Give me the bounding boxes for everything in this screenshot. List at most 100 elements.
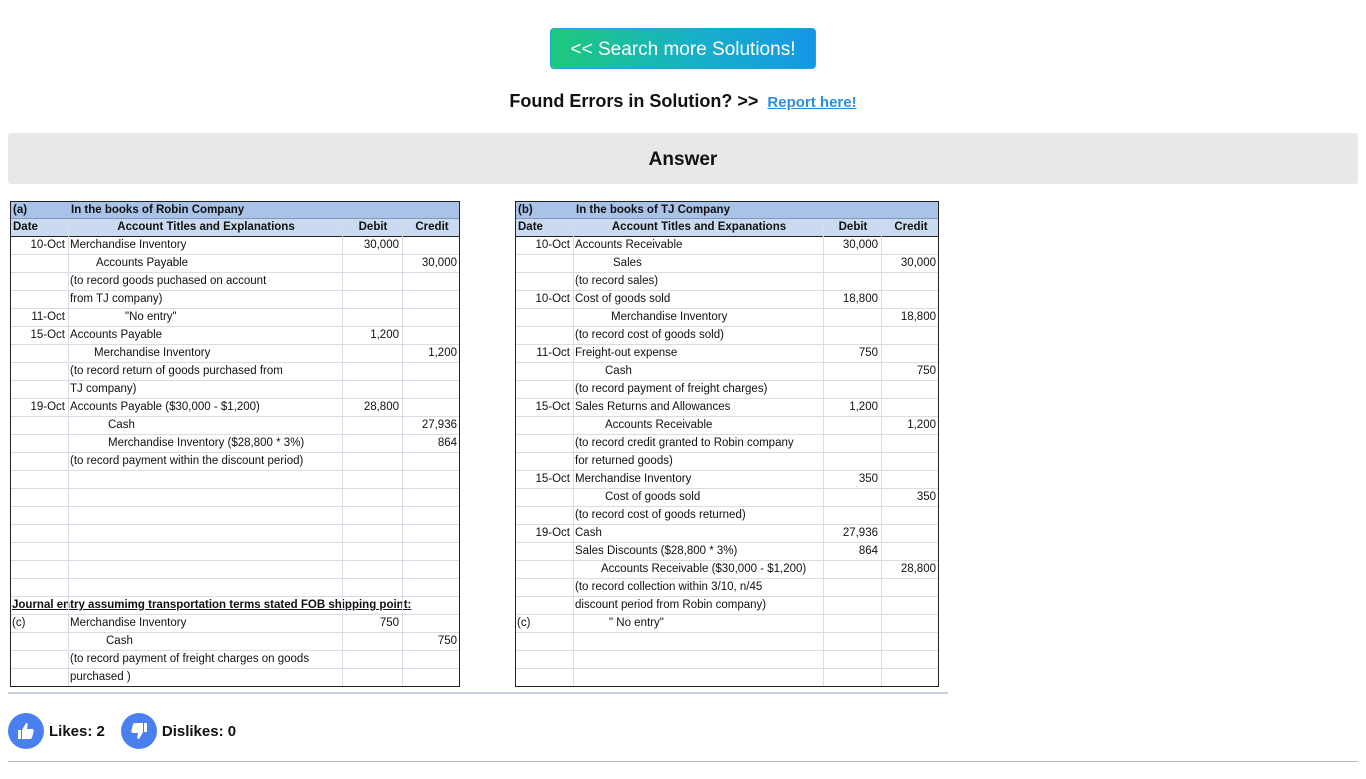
journal-row (10, 489, 460, 507)
grid-line (342, 219, 343, 687)
account-title: (to record cost of goods sold) (575, 329, 724, 341)
credit-amount: 750 (916, 365, 936, 377)
journal-row: 10-Oct Merchandise Inventory 30,000 (10, 237, 460, 255)
sheet-header-row: Date Account Titles and Expanations Debit C… (515, 219, 939, 237)
account-title: (to record sales) (575, 275, 659, 287)
journal-row: Accounts Receivable 1,200 (515, 417, 939, 435)
debit-amount: 350 (858, 473, 878, 485)
vote-bar: Likes: 2 Dislikes: 0 (8, 713, 252, 749)
journal-row: 10-Oct Accounts Receivable 30,000 (515, 237, 939, 255)
column-header: Account Titles and Expanations (611, 221, 787, 233)
dislike-button[interactable]: Dislikes: 0 (120, 713, 237, 749)
debit-amount: 750 (379, 617, 399, 629)
journal-row: Sales Discounts ($28,800 * 3%) 864 (515, 543, 939, 561)
journal-row: Merchandise Inventory 18,800 (515, 309, 939, 327)
journal-row: 10-Oct Cost of goods sold 18,800 (515, 291, 939, 309)
journal-row: (to record goods puchased on account (10, 273, 460, 291)
journal-row (10, 579, 460, 597)
grid-line (68, 219, 69, 687)
journal-row: purchased ) (10, 669, 460, 687)
debit-amount: 27,936 (842, 527, 878, 539)
entry-date: 15-Oct (30, 329, 65, 341)
entry-date: 15-Oct (535, 401, 570, 413)
account-title: Cash (605, 365, 632, 377)
grid-line (402, 219, 403, 687)
entry-date: 10-Oct (535, 293, 570, 305)
journal-row: (to record return of goods purchased fro… (10, 363, 460, 381)
entry-date: 10-Oct (30, 239, 65, 251)
entry-date: 11-Oct (31, 311, 65, 323)
account-title: Cost of goods sold (605, 491, 701, 503)
account-title: Cost of goods sold (575, 293, 671, 305)
journal-row: discount period from Robin company) (515, 597, 939, 615)
account-title: Merchandise Inventory ($28,800 * 3%) (108, 437, 305, 449)
sheet-title-row: (a) In the books of Robin Company (10, 201, 460, 219)
credit-amount: 30,000 (900, 257, 936, 269)
journal-row: (to record payment within the discount p… (10, 453, 460, 471)
sheet-part-label: (a) (13, 204, 28, 216)
search-more-solutions-button[interactable]: << Search more Solutions! (550, 28, 816, 69)
debit-amount: 30,000 (363, 239, 399, 251)
account-title: (to record goods puchased on account (70, 275, 267, 287)
found-errors-line: Found Errors in Solution? >> Report here… (0, 91, 1366, 112)
dislikes-count: Dislikes: 0 (161, 722, 237, 740)
journal-row: Accounts Payable 30,000 (10, 255, 460, 273)
sheet-header-row: Date Account Titles and Explanations Debit… (10, 219, 460, 237)
account-title: (to record cost of goods returned) (575, 509, 746, 521)
answer-heading: Answer (8, 133, 1358, 184)
account-title: Merchandise Inventory (611, 311, 728, 323)
found-errors-text: Found Errors in Solution? >> (509, 91, 759, 111)
debit-amount: 18,800 (842, 293, 878, 305)
column-header: Debit (838, 221, 868, 233)
journal-row (10, 543, 460, 561)
journal-row: 19-Oct Cash 27,936 (515, 525, 939, 543)
journal-row: for returned goods) (515, 453, 939, 471)
report-here-link[interactable]: Report here! (767, 94, 856, 111)
entry-date: 11-Oct (536, 347, 570, 359)
journal-row: Merchandise Inventory 1,200 (10, 345, 460, 363)
journal-row: 15-Oct Accounts Payable 1,200 (10, 327, 460, 345)
column-header: Date (518, 221, 543, 233)
journal-row (515, 651, 939, 669)
sheet-part-label: (b) (518, 204, 533, 216)
account-title: Merchandise Inventory (70, 617, 187, 629)
journal-row: (to record cost of goods sold) (515, 327, 939, 345)
journal-row: Cash 27,936 (10, 417, 460, 435)
account-title: (to record payment within the discount p… (70, 455, 304, 467)
account-title: Merchandise Inventory (94, 347, 211, 359)
credit-amount: 18,800 (900, 311, 936, 323)
journal-row: (to record payment of freight charges) (515, 381, 939, 399)
journal-row: (to record sales) (515, 273, 939, 291)
account-title: Accounts Receivable (605, 419, 713, 431)
journal-row: from TJ company) (10, 291, 460, 309)
entry-date: 15-Oct (535, 473, 570, 485)
likes-count: Likes: 2 (49, 722, 105, 740)
journal-row: Cost of goods sold 350 (515, 489, 939, 507)
journal-row: 15-Oct Merchandise Inventory 350 (515, 471, 939, 489)
entry-date: 19-Oct (30, 401, 65, 413)
journal-row: (c) Merchandise Inventory 750 (10, 615, 460, 633)
journal-row: Merchandise Inventory ($28,800 * 3%) 864 (10, 435, 460, 453)
debit-amount: 1,200 (370, 329, 399, 341)
credit-amount: 27,936 (421, 419, 457, 431)
account-title: Accounts Payable (96, 257, 189, 269)
account-title: (to record return of goods purchased fro… (70, 365, 283, 377)
sheet-title-row: (b) In the books of TJ Company (515, 201, 939, 219)
credit-amount: 30,000 (421, 257, 457, 269)
account-title: from TJ company) (70, 293, 163, 305)
account-title: Accounts Receivable ($30,000 - $1,200) (601, 563, 807, 575)
journal-row: Sales 30,000 (515, 255, 939, 273)
credit-amount: 1,200 (428, 347, 457, 359)
credit-amount: 28,800 (900, 563, 936, 575)
account-title: for returned goods) (575, 455, 673, 467)
journal-row: (to record credit granted to Robin compa… (515, 435, 939, 453)
journal-row (515, 633, 939, 651)
account-title: Sales Returns and Allowances (575, 401, 731, 413)
entry-date: 10-Oct (535, 239, 570, 251)
sheet-title: In the books of TJ Company (576, 204, 730, 216)
journal-row: 15-Oct Sales Returns and Allowances 1,200 (515, 399, 939, 417)
like-button[interactable]: Likes: 2 (8, 713, 105, 749)
account-title: Cash (575, 527, 602, 539)
journal-row: 11-Oct "No entry" (10, 309, 460, 327)
column-header: Credit (415, 221, 449, 233)
